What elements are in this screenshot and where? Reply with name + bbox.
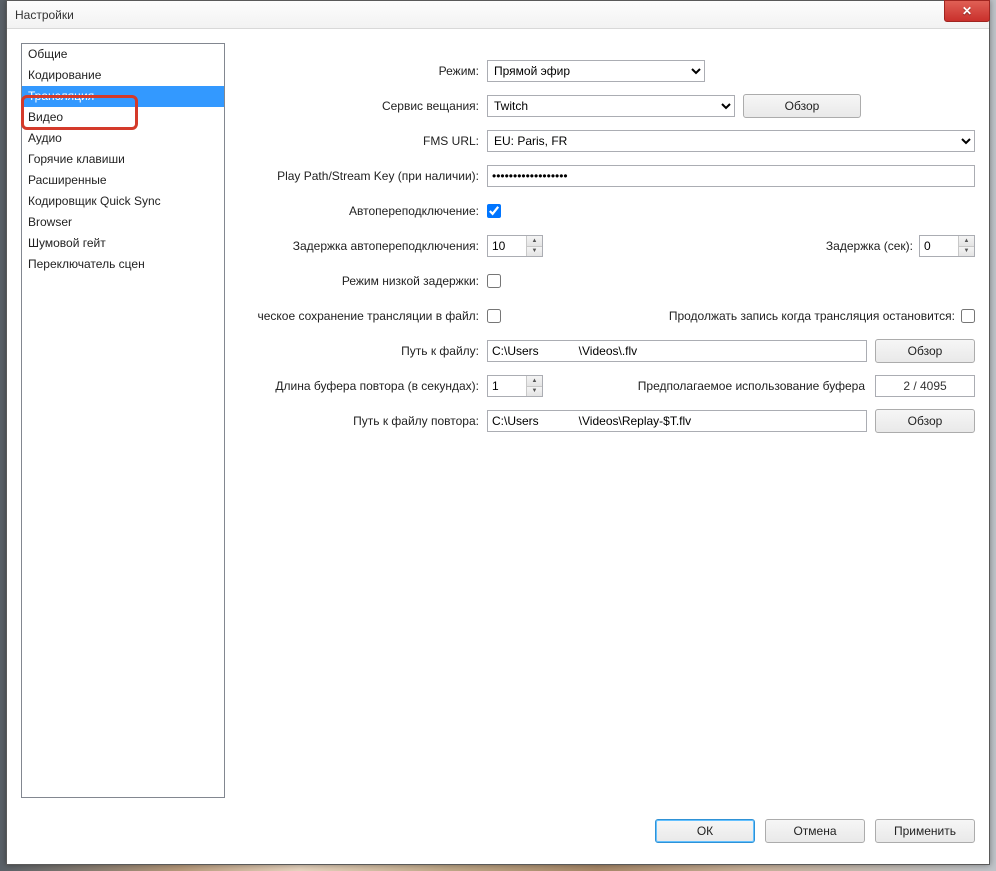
fms-select[interactable]: EU: Paris, FR [487, 130, 975, 152]
sidebar-item-broadcast[interactable]: Трансляция [22, 86, 224, 107]
settings-window: Настройки ✕ Общие Кодирование Трансляция… [6, 0, 990, 865]
sidebar-item-audio[interactable]: Аудио [22, 128, 224, 149]
replay-path-browse-button[interactable]: Обзор [875, 409, 975, 433]
replay-buffer-label: Длина буфера повтора (в секундах): [237, 379, 487, 393]
file-path-input[interactable] [487, 340, 867, 362]
sidebar-item-general[interactable]: Общие [22, 44, 224, 65]
delay-sec-spinner[interactable]: ▲ ▼ [919, 235, 975, 257]
save-to-file-label: ческое сохранение трансляции в файл: [237, 309, 487, 323]
category-sidebar[interactable]: Общие Кодирование Трансляция Видео Аудио… [21, 43, 225, 798]
low-latency-label: Режим низкой задержки: [237, 274, 487, 288]
mode-select[interactable]: Прямой эфир [487, 60, 705, 82]
streamkey-label: Play Path/Stream Key (при наличии): [237, 169, 487, 183]
reconnect-delay-label: Задержка автопереподключения: [237, 239, 487, 253]
continue-record-label: Продолжать запись когда трансляция остан… [669, 309, 955, 323]
service-label: Сервис вещания: [237, 99, 487, 113]
autoreconnect-checkbox[interactable] [487, 204, 501, 218]
window-title: Настройки [7, 8, 74, 22]
close-icon: ✕ [962, 4, 972, 18]
sidebar-item-hotkeys[interactable]: Горячие клавиши [22, 149, 224, 170]
cancel-button[interactable]: Отмена [765, 819, 865, 843]
delay-sec-input[interactable] [920, 236, 958, 256]
titlebar: Настройки ✕ [7, 1, 989, 29]
autoreconnect-label: Автопереподключение: [237, 204, 487, 218]
sidebar-item-encoding[interactable]: Кодирование [22, 65, 224, 86]
replay-path-label: Путь к файлу повтора: [237, 414, 487, 428]
fms-label: FMS URL: [237, 134, 487, 148]
sidebar-item-advanced[interactable]: Расширенные [22, 170, 224, 191]
replay-buffer-spinner[interactable]: ▲ ▼ [487, 375, 543, 397]
ok-button[interactable]: ОК [655, 819, 755, 843]
spinner-up-icon[interactable]: ▲ [527, 376, 542, 387]
replay-path-input[interactable] [487, 410, 867, 432]
apply-button[interactable]: Применить [875, 819, 975, 843]
buffer-usage-value: 2 / 4095 [875, 375, 975, 397]
save-to-file-checkbox[interactable] [487, 309, 501, 323]
form-content: Режим: Прямой эфир Сервис вещания: Twitc… [237, 43, 975, 798]
low-latency-checkbox[interactable] [487, 274, 501, 288]
service-select[interactable]: Twitch [487, 95, 735, 117]
dialog-footer: ОК Отмена Применить [7, 812, 989, 864]
close-button[interactable]: ✕ [944, 0, 990, 22]
streamkey-input[interactable] [487, 165, 975, 187]
spinner-up-icon[interactable]: ▲ [959, 236, 974, 247]
sidebar-item-noisegate[interactable]: Шумовой гейт [22, 233, 224, 254]
client-area: Общие Кодирование Трансляция Видео Аудио… [7, 29, 989, 812]
sidebar-item-video[interactable]: Видео [22, 107, 224, 128]
spinner-down-icon[interactable]: ▼ [527, 247, 542, 257]
file-path-label: Путь к файлу: [237, 344, 487, 358]
sidebar-item-quicksync[interactable]: Кодировщик Quick Sync [22, 191, 224, 212]
reconnect-delay-spinner[interactable]: ▲ ▼ [487, 235, 543, 257]
continue-record-checkbox[interactable] [961, 309, 975, 323]
sidebar-item-browser[interactable]: Browser [22, 212, 224, 233]
replay-buffer-input[interactable] [488, 376, 526, 396]
spinner-up-icon[interactable]: ▲ [527, 236, 542, 247]
sidebar-item-sceneswitcher[interactable]: Переключатель сцен [22, 254, 224, 275]
mode-label: Режим: [237, 64, 487, 78]
spinner-down-icon[interactable]: ▼ [959, 247, 974, 257]
file-path-browse-button[interactable]: Обзор [875, 339, 975, 363]
delay-sec-label: Задержка (сек): [826, 239, 913, 253]
service-browse-button[interactable]: Обзор [743, 94, 861, 118]
spinner-down-icon[interactable]: ▼ [527, 387, 542, 397]
buffer-usage-label: Предполагаемое использование буфера [638, 379, 865, 393]
reconnect-delay-input[interactable] [488, 236, 526, 256]
